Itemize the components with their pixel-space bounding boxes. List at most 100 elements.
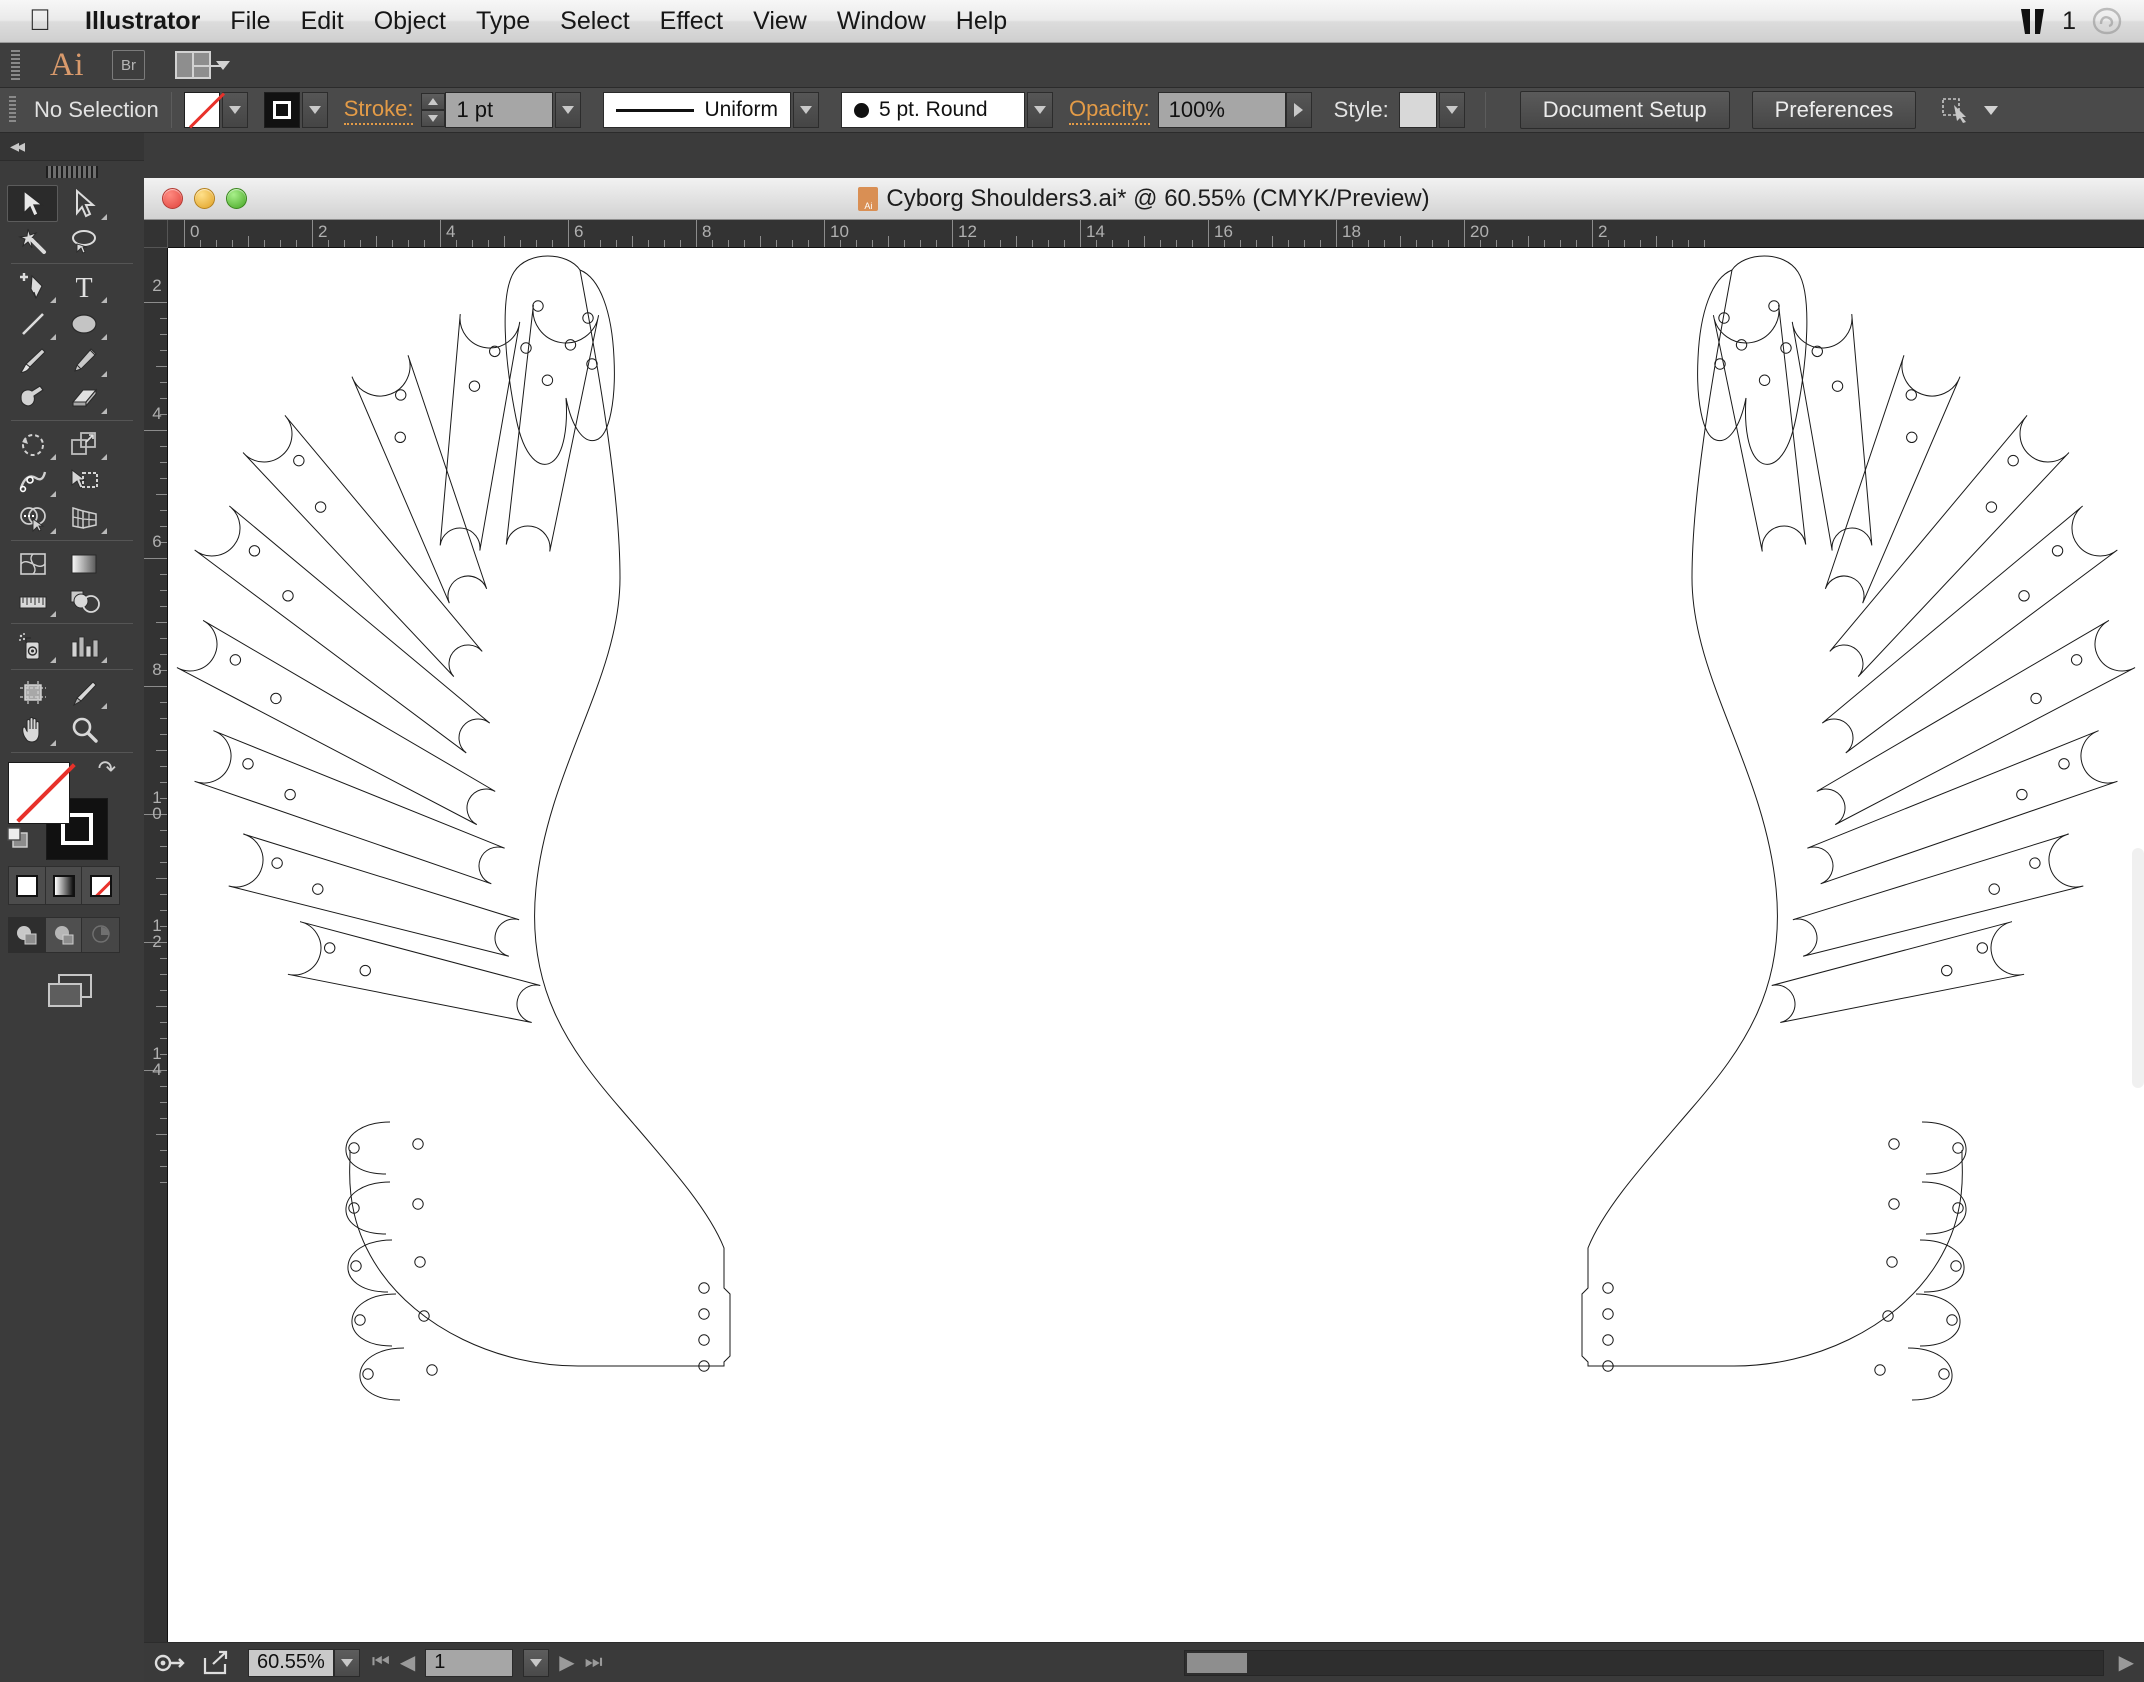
scallop-edge[interactable] — [347, 1239, 393, 1293]
armor-plate[interactable] — [1771, 921, 2025, 1024]
app-bar-grip[interactable] — [11, 50, 20, 80]
rivet-hole[interactable] — [468, 380, 481, 392]
rivet-hole[interactable] — [394, 431, 406, 444]
menu-window[interactable]: Window — [822, 0, 941, 43]
armor-plate[interactable] — [1712, 304, 1807, 552]
rivet-hole[interactable] — [2051, 545, 2064, 557]
stroke-swatch-dropdown[interactable] — [301, 92, 328, 128]
illustrator-badge-icon[interactable] — [2018, 6, 2048, 37]
brush-definition-dropdown[interactable] — [1026, 92, 1053, 128]
rivet-hole[interactable] — [1831, 380, 1844, 392]
rivet-hole[interactable] — [1768, 300, 1780, 312]
first-artboard-icon[interactable]: ⏮ — [372, 1651, 390, 1674]
zoom-tool[interactable] — [58, 711, 109, 748]
rivet-hole[interactable] — [359, 964, 371, 977]
rivet-hole[interactable] — [1985, 501, 1998, 513]
menu-help[interactable]: Help — [941, 0, 1022, 43]
column-graph-tool[interactable] — [58, 628, 109, 665]
line-segment-tool[interactable] — [7, 305, 58, 342]
canvas-area[interactable] — [168, 248, 2144, 1644]
pen-tool[interactable] — [7, 268, 58, 305]
tools-panel-header[interactable]: ◂◂ — [0, 133, 144, 161]
collapse-panel-icon[interactable]: ◂◂ — [10, 136, 25, 157]
artboard-artwork[interactable] — [168, 248, 2144, 1644]
armor-plate[interactable] — [287, 921, 541, 1024]
scallop-edge[interactable] — [1919, 1239, 1965, 1293]
fill-color-well[interactable] — [8, 762, 70, 824]
hand-tool[interactable] — [7, 711, 58, 748]
rivet-hole[interactable] — [2030, 692, 2042, 705]
opacity-input[interactable]: 100% — [1157, 92, 1286, 128]
rivet-hole[interactable] — [2029, 857, 2041, 869]
align-to-pixel-grid-icon[interactable] — [1940, 95, 1974, 125]
rivet-hole[interactable] — [2070, 654, 2083, 666]
paintbrush-tool[interactable] — [7, 342, 58, 379]
magic-wand-tool[interactable] — [7, 222, 58, 259]
stroke-color-swatch[interactable] — [263, 92, 300, 128]
rivet-hole[interactable] — [242, 758, 254, 770]
rivet-hole[interactable] — [312, 883, 324, 895]
rivet-hole[interactable] — [1888, 1138, 1900, 1150]
rivet-hole[interactable] — [229, 654, 242, 666]
scallop-edge[interactable] — [1915, 1293, 1961, 1347]
menu-edit[interactable]: Edit — [286, 0, 359, 43]
rivet-hole[interactable] — [698, 1282, 710, 1294]
graphic-style-dropdown[interactable] — [1438, 92, 1465, 128]
rivet-hole[interactable] — [271, 857, 283, 869]
align-options-chevron[interactable] — [1984, 105, 1999, 115]
scallop-edge[interactable] — [1921, 1121, 1967, 1175]
scallop-edge[interactable] — [359, 1347, 405, 1401]
rivet-hole[interactable] — [1905, 389, 1917, 401]
scallop-edge[interactable] — [345, 1181, 391, 1235]
rivet-hole[interactable] — [1906, 431, 1918, 444]
rivet-hole[interactable] — [270, 692, 282, 705]
rivet-hole[interactable] — [412, 1138, 424, 1150]
armor-plate[interactable] — [1807, 730, 2118, 885]
scallop-edge[interactable] — [351, 1293, 397, 1347]
free-transform-tool[interactable] — [58, 462, 109, 499]
eraser-tool[interactable] — [58, 379, 109, 416]
document-setup-button[interactable]: Document Setup — [1519, 91, 1730, 129]
graphic-style-swatch[interactable] — [1398, 92, 1437, 128]
armor-plate[interactable] — [505, 304, 600, 552]
gradient-tool[interactable] — [58, 545, 109, 582]
rivet-hole[interactable] — [412, 1198, 424, 1210]
slice-tool[interactable] — [58, 674, 109, 711]
left-pauldron-shape[interactable] — [176, 255, 731, 1401]
selection-tool[interactable] — [7, 185, 58, 222]
swap-fill-stroke-icon[interactable]: ↷ — [98, 758, 116, 780]
armor-plate[interactable] — [1791, 314, 1873, 551]
menu-select[interactable]: Select — [545, 0, 644, 43]
pencil-tool[interactable] — [58, 342, 109, 379]
horizontal-ruler[interactable]: 0 2 4 6 8 10 12 14 16 18 20 2 — [168, 220, 2144, 248]
rivet-hole[interactable] — [2018, 590, 2030, 602]
armor-plate[interactable] — [1821, 505, 2118, 754]
control-panel-grip[interactable] — [9, 96, 16, 124]
horn-tip-plate[interactable] — [504, 255, 615, 465]
rivet-hole[interactable] — [698, 1334, 710, 1346]
armor-plate[interactable] — [351, 355, 488, 604]
last-artboard-icon[interactable]: ⏭ — [585, 1651, 603, 1674]
gradient-mode-button[interactable] — [45, 867, 83, 904]
blob-brush-tool[interactable] — [7, 379, 58, 416]
creative-cloud-icon[interactable] — [2090, 4, 2124, 38]
ellipse-tool[interactable] — [58, 305, 109, 342]
horn-tip-plate[interactable] — [1697, 255, 1808, 465]
vertical-ruler[interactable]: 2 4 6 8 10 12 14 — [144, 248, 168, 1644]
change-screen-mode-button[interactable] — [0, 969, 144, 1013]
horizontal-scrollbar-thumb[interactable] — [1187, 1652, 1247, 1673]
rivet-hole[interactable] — [284, 788, 296, 801]
rivet-hole[interactable] — [1780, 342, 1792, 354]
document-title-bar[interactable]: Ai Cyborg Shoulders3.ai* @ 60.55% (CMYK/… — [144, 178, 2144, 220]
stroke-weight-increase[interactable] — [421, 93, 446, 110]
shape-builder-tool[interactable] — [7, 499, 58, 536]
scale-tool[interactable] — [58, 425, 109, 462]
right-pauldron-shape[interactable] — [1581, 255, 2136, 1401]
draw-inside-button[interactable] — [82, 918, 119, 952]
stroke-profile-dropdown[interactable] — [792, 92, 819, 128]
rivet-hole[interactable] — [2058, 758, 2070, 770]
rivet-hole[interactable] — [314, 501, 327, 513]
rivet-hole[interactable] — [2007, 454, 2019, 467]
artboard-number-input[interactable]: 1 — [425, 1648, 514, 1677]
none-mode-button[interactable] — [82, 867, 119, 904]
